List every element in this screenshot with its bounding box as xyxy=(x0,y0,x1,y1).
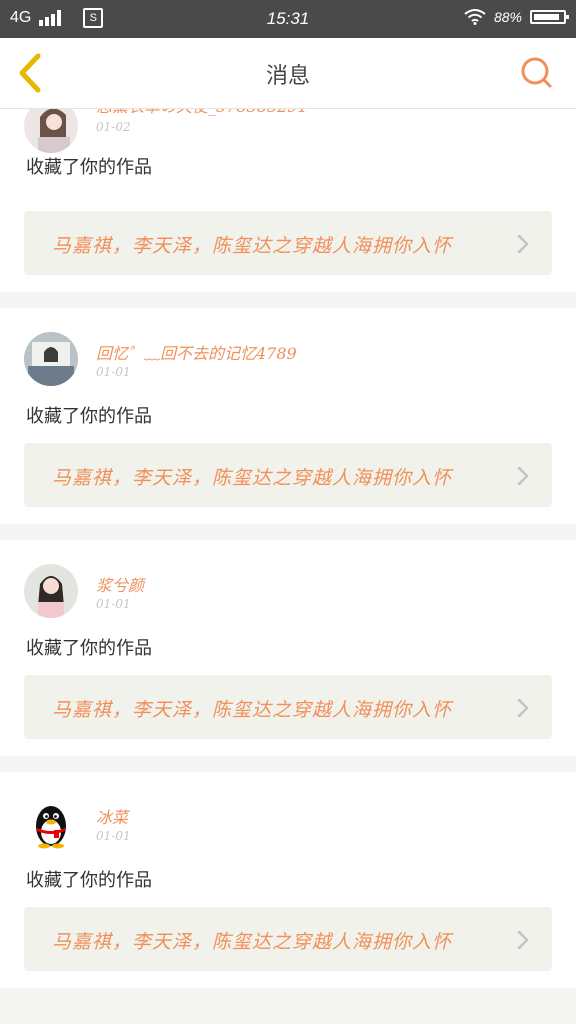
message-date: 01-01 xyxy=(96,829,131,843)
page-title: 消息 xyxy=(265,64,310,89)
message-card: 浆兮颜 01-01 收藏了你的作品 马嘉祺，李天泽，陈玺达之穿越人海拥你入怀 xyxy=(0,540,576,756)
user-name[interactable]: 恋薰衣草の天使_578383291 xyxy=(96,109,308,117)
work-title: 马嘉祺，李天泽，陈玺达之穿越人海拥你入怀 xyxy=(52,931,453,953)
work-link[interactable]: 马嘉祺，李天泽，陈玺达之穿越人海拥你入怀 xyxy=(24,675,552,739)
user-name[interactable]: 浆兮颜 xyxy=(96,572,144,596)
avatar[interactable] xyxy=(24,109,78,153)
work-title: 马嘉祺，李天泽，陈玺达之穿越人海拥你入怀 xyxy=(52,699,453,721)
chevron-right-icon xyxy=(517,930,529,950)
work-title: 马嘉祺，李天泽，陈玺达之穿越人海拥你入怀 xyxy=(52,235,453,257)
battery-level xyxy=(534,14,559,20)
message-text: 收藏了你的作品 xyxy=(26,406,152,427)
chevron-right-icon xyxy=(517,234,529,254)
user-name[interactable]: 回忆゜﹏回不去的记忆4789 xyxy=(96,340,297,364)
search-icon xyxy=(521,57,552,88)
battery-percent: 88% xyxy=(493,9,522,25)
avatar[interactable] xyxy=(24,564,78,618)
avatar[interactable] xyxy=(24,332,78,386)
search-button[interactable] xyxy=(520,56,554,90)
message-text: 收藏了你的作品 xyxy=(26,870,152,891)
message-card: 冰菜 01-01 收藏了你的作品 马嘉祺，李天泽，陈玺达之穿越人海拥你入怀 xyxy=(0,772,576,988)
work-link[interactable]: 马嘉祺，李天泽，陈玺达之穿越人海拥你入怀 xyxy=(24,443,552,507)
message-date: 01-01 xyxy=(96,597,131,611)
header: 消息 xyxy=(0,38,576,109)
chevron-right-icon xyxy=(517,698,529,718)
message-date: 01-01 xyxy=(96,365,131,379)
wifi-icon xyxy=(464,9,486,25)
work-title: 马嘉祺，李天泽，陈玺达之穿越人海拥你入怀 xyxy=(52,467,453,489)
message-text: 收藏了你的作品 xyxy=(26,638,152,659)
chevron-right-icon xyxy=(517,466,529,486)
user-name[interactable]: 冰菜 xyxy=(96,804,128,828)
message-card: 回忆゜﹏回不去的记忆4789 01-01 收藏了你的作品 马嘉祺，李天泽，陈玺达… xyxy=(0,308,576,524)
message-list[interactable]: 恋薰衣草の天使_578383291 01-02 收藏了你的作品 马嘉祺，李天泽，… xyxy=(0,109,576,1024)
avatar[interactable] xyxy=(24,796,78,850)
message-text: 收藏了你的作品 xyxy=(26,157,152,178)
work-link[interactable]: 马嘉祺，李天泽，陈玺达之穿越人海拥你入怀 xyxy=(24,211,552,275)
message-date: 01-02 xyxy=(96,120,131,134)
message-card: 恋薰衣草の天使_578383291 01-02 收藏了你的作品 马嘉祺，李天泽，… xyxy=(0,109,576,292)
work-link[interactable]: 马嘉祺，李天泽，陈玺达之穿越人海拥你入怀 xyxy=(24,907,552,971)
status-bar: 4G S 15:31 88% xyxy=(0,0,576,38)
battery-icon xyxy=(530,10,569,24)
